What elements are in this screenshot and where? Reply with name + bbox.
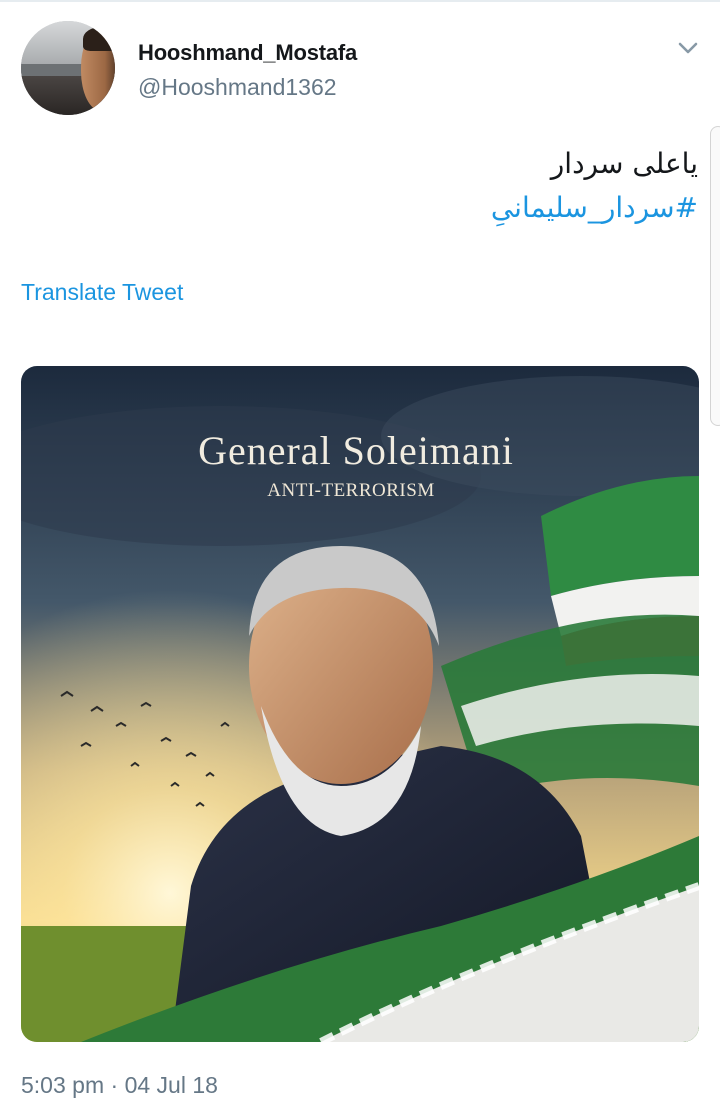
tweet-media-image[interactable]: General Soleimani ANTI-TERRORISM xyxy=(21,366,699,1042)
scrollbar[interactable] xyxy=(710,126,720,426)
avatar[interactable] xyxy=(21,21,115,115)
tweet-timestamp[interactable]: 5:03 pm · 04 Jul 18 xyxy=(21,1072,218,1099)
avatar-hair xyxy=(83,27,115,51)
tweet-text: یاعلی سردار #سردار_سلیمانیِ xyxy=(491,142,698,230)
timestamp-separator: · xyxy=(110,1072,119,1098)
display-name[interactable]: Hooshmand_Mostafa xyxy=(138,40,357,66)
top-divider xyxy=(0,0,720,2)
user-handle[interactable]: @Hooshmand1362 xyxy=(138,74,337,101)
image-title: General Soleimani xyxy=(198,428,514,473)
image-subtitle: ANTI-TERRORISM xyxy=(267,480,434,501)
tweet-date: 04 Jul 18 xyxy=(124,1072,218,1098)
hashtag-link[interactable]: #سردار_سلیمانیِ xyxy=(491,186,698,230)
translate-tweet-link[interactable]: Translate Tweet xyxy=(21,279,183,306)
tweet-time: 5:03 pm xyxy=(21,1072,105,1098)
tweet-body: یاعلی سردار xyxy=(550,147,698,180)
chevron-down-icon[interactable] xyxy=(676,36,700,60)
